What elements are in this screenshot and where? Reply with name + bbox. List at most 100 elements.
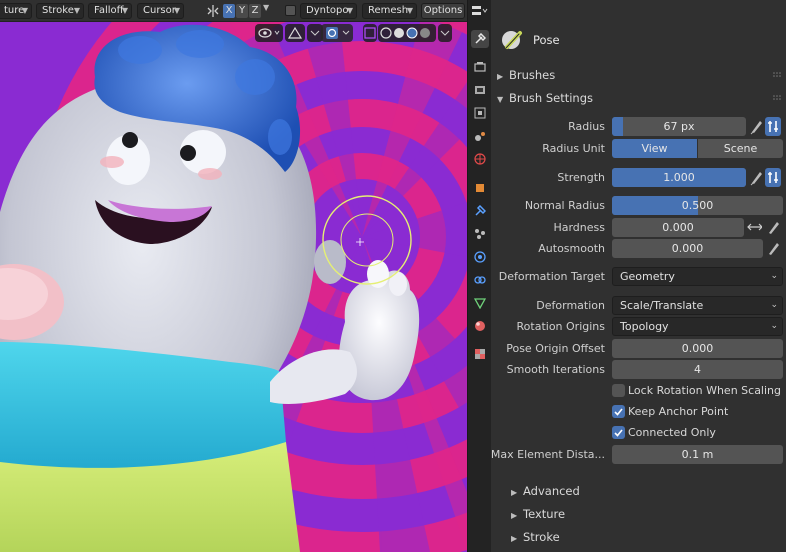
texture-section-label: Texture <box>523 507 566 521</box>
pen-pressure-icon[interactable] <box>748 117 764 136</box>
shading-dropdown[interactable] <box>438 24 452 42</box>
radius-unit-scene-button[interactable]: Scene <box>698 139 783 158</box>
pose-brush-icon[interactable] <box>500 28 526 52</box>
tab-output[interactable] <box>471 81 489 99</box>
rotation-origins-value: Topology <box>620 320 669 333</box>
texture-menu[interactable]: ture ▼ <box>0 3 32 19</box>
normal-radius-slider[interactable]: 0.500 <box>612 196 783 215</box>
strength-slider[interactable]: 1.000 <box>612 168 746 187</box>
chevron-down-icon: ⌄ <box>770 271 778 281</box>
hardness-value: 0.000 <box>662 221 694 234</box>
radius-value: 67 px <box>663 120 695 133</box>
expanded-arrow-icon: ▼ <box>497 95 504 104</box>
tab-texture[interactable] <box>471 345 489 363</box>
particles-icon <box>475 229 485 239</box>
lock-rotation-checkbox[interactable] <box>612 384 625 397</box>
smooth-iterations-field[interactable]: 4 <box>612 360 783 379</box>
drag-grip-icon[interactable] <box>773 95 783 101</box>
advanced-section-header[interactable]: ▶ Advanced <box>511 484 580 498</box>
tab-object[interactable] <box>471 179 489 197</box>
autosmooth-value: 0.000 <box>671 242 704 255</box>
gizmo-toggle[interactable] <box>285 24 305 42</box>
rotation-origins-select[interactable]: Topology ⌄ <box>612 317 783 336</box>
deformation-select[interactable]: Scale/Translate ⌄ <box>612 296 783 315</box>
dyntopo-checkbox[interactable] <box>285 5 296 16</box>
double-arrow-icon[interactable] <box>746 218 762 237</box>
chevron-down-icon: ▼ <box>173 6 180 15</box>
axis-x-toggle[interactable]: X <box>223 4 235 18</box>
options-button[interactable]: Options <box>421 3 465 19</box>
checkmark-icon <box>614 408 623 416</box>
tab-modifiers[interactable] <box>471 202 489 220</box>
dyntopo-menu[interactable]: Dyntopo ▼ <box>300 3 357 19</box>
tab-particles[interactable] <box>471 225 489 243</box>
texture-section-header[interactable]: ▶ Texture <box>511 507 565 521</box>
pen-pressure-icon[interactable] <box>748 168 764 187</box>
shading-mode-buttons[interactable] <box>378 24 436 42</box>
remesh-label: Remesh <box>368 5 409 16</box>
tab-view-layer[interactable] <box>471 104 489 122</box>
drag-grip-icon[interactable] <box>773 72 783 78</box>
chevron-down-icon[interactable]: ▼ <box>263 3 269 12</box>
connected-only-checkbox[interactable] <box>612 426 625 439</box>
cursor-menu[interactable]: Cursor ▼ <box>137 3 184 19</box>
cursor-menu-label: Cursor <box>143 5 176 16</box>
modifier-icon <box>475 205 486 216</box>
hardness-slider[interactable]: 0.000 <box>612 218 744 237</box>
tab-scene[interactable] <box>471 127 489 145</box>
axis-z-toggle[interactable]: Z <box>249 4 261 18</box>
falloff-menu-label: Falloff <box>94 5 124 16</box>
object-icon <box>476 184 484 192</box>
stroke-menu[interactable]: Stroke ▼ <box>36 3 84 19</box>
pen-pressure-icon[interactable] <box>765 239 781 258</box>
physics-icon <box>474 251 486 263</box>
symmetry-icon[interactable] <box>206 4 220 18</box>
tab-render[interactable] <box>471 58 489 76</box>
keep-anchor-checkbox[interactable] <box>612 405 625 418</box>
chevron-down-icon: ▼ <box>346 6 353 15</box>
strength-unified-toggle[interactable] <box>765 168 781 187</box>
tab-constraints[interactable] <box>471 271 489 289</box>
xray-toggle[interactable] <box>321 24 353 42</box>
collapsed-arrow-icon: ▶ <box>511 488 518 497</box>
chevron-down-icon <box>440 30 450 36</box>
falloff-menu[interactable]: Falloff ▼ <box>88 3 132 19</box>
properties-tab-strip <box>467 0 491 552</box>
stroke-section-header[interactable]: ▶ Stroke <box>511 530 560 544</box>
tab-object-data[interactable] <box>471 294 489 312</box>
brushes-section-label: Brushes <box>509 68 556 82</box>
brush-settings-section-header[interactable]: ▼ Brush Settings <box>497 91 593 105</box>
shading-modes-icon <box>380 27 430 39</box>
advanced-section-label: Advanced <box>523 484 580 498</box>
lock-rotation-label: Lock Rotation When Scaling <box>628 384 782 397</box>
radius-unit-view-button[interactable]: View <box>612 139 697 158</box>
tab-material[interactable] <box>471 317 489 335</box>
wireframe-shading-button[interactable] <box>363 24 377 42</box>
tab-physics[interactable] <box>471 248 489 266</box>
editor-type-button[interactable] <box>471 4 489 18</box>
tab-tool[interactable] <box>471 30 489 48</box>
pose-origin-offset-slider[interactable]: 0.000 <box>612 339 783 358</box>
brushes-section-header[interactable]: ▶ Brushes <box>497 68 555 82</box>
sculpt-scene[interactable] <box>0 22 467 552</box>
collapsed-arrow-icon: ▶ <box>511 534 518 543</box>
chevron-down-icon: ▼ <box>73 6 80 15</box>
remesh-menu[interactable]: Remesh ▼ <box>362 3 417 19</box>
deformation-target-select[interactable]: Geometry ⌄ <box>612 267 783 286</box>
radius-fill <box>612 117 623 136</box>
material-icon <box>475 321 485 331</box>
autosmooth-slider[interactable]: 0.000 <box>612 239 763 258</box>
scene-icon <box>475 132 485 141</box>
stroke-section-label: Stroke <box>523 530 560 544</box>
unified-settings-icon <box>768 172 778 183</box>
max-element-distance-field[interactable]: 0.1 m <box>612 445 783 464</box>
view-object-types[interactable] <box>255 24 283 42</box>
radius-unified-toggle[interactable] <box>765 117 781 136</box>
output-icon <box>475 86 485 94</box>
axis-y-toggle[interactable]: Y <box>236 4 248 18</box>
deformation-target-value: Geometry <box>620 270 675 283</box>
3d-viewport[interactable] <box>0 22 467 552</box>
tab-world[interactable] <box>471 150 489 168</box>
radius-slider[interactable]: 67 px <box>612 117 746 136</box>
pen-pressure-icon[interactable] <box>765 218 781 237</box>
